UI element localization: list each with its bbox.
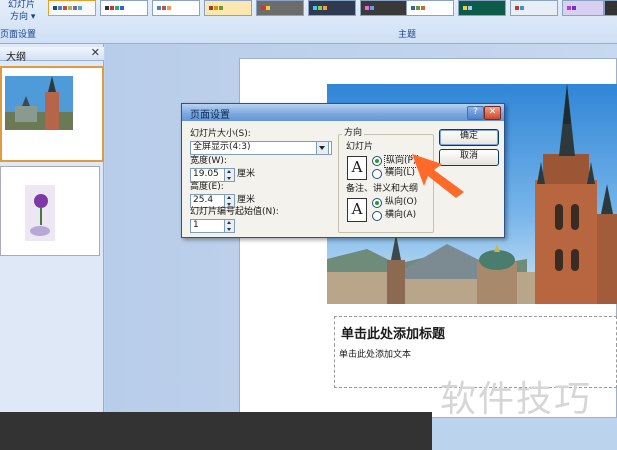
theme-thumbnail[interactable] — [458, 0, 506, 16]
height-stepper[interactable] — [224, 194, 235, 208]
theme-thumbnail[interactable] — [604, 0, 617, 16]
outline-tab[interactable]: 大纲 ✕ — [0, 46, 104, 63]
slide-orientation-button[interactable]: 方向 ▾ — [10, 12, 35, 23]
close-button[interactable]: ✕ — [484, 106, 501, 120]
theme-thumbnail[interactable] — [510, 0, 558, 16]
width-unit: 厘米 — [237, 169, 256, 179]
help-button[interactable]: ? — [467, 106, 484, 120]
slide-size-button[interactable]: 幻灯片 — [2, 0, 35, 11]
theme-thumbnail[interactable] — [406, 0, 454, 16]
text-placeholder-text: 单击此处添加文本 — [339, 350, 412, 360]
theme-thumbnail[interactable] — [562, 0, 604, 16]
theme-thumbnail[interactable] — [204, 0, 252, 16]
portrait-notes-radio[interactable] — [372, 198, 382, 208]
church-photo-thumbnail — [5, 76, 73, 130]
landscape-notes-label[interactable]: 横向(A) — [385, 210, 416, 221]
flower-photo-thumbnail — [25, 185, 55, 241]
orientation-group-label: 方向 — [342, 128, 365, 139]
chevron-down-icon[interactable] — [316, 141, 329, 155]
dialog-title-bar[interactable]: 页面设置 ? ✕ — [182, 104, 504, 121]
dialog-title: 页面设置 — [190, 110, 230, 121]
slide-size-label: 幻灯片大小(S): — [190, 129, 251, 139]
width-stepper[interactable] — [224, 168, 235, 182]
theme-thumbnail[interactable] — [308, 0, 356, 16]
notes-page-icon: A — [347, 198, 367, 222]
theme-thumbnail[interactable] — [48, 0, 96, 16]
pointer-arrow-icon — [412, 154, 464, 198]
chevron-down-icon: ▾ — [30, 12, 36, 22]
landscape-slides-radio[interactable] — [372, 169, 382, 179]
close-icon[interactable]: ✕ — [91, 46, 100, 59]
orientation-label: 方向 — [10, 12, 29, 22]
start-number-stepper[interactable] — [224, 219, 235, 233]
height-label: 高度(E): — [190, 182, 224, 192]
ok-button[interactable]: 确定 — [439, 129, 499, 146]
ribbon: 幻灯片 方向 ▾ 页面设置 主题 — [0, 0, 617, 44]
theme-thumbnail[interactable] — [360, 0, 408, 16]
slide-thumbnail-2[interactable] — [0, 166, 100, 256]
start-number-label: 幻灯片编号起始值(N): — [190, 207, 279, 217]
height-unit: 厘米 — [237, 195, 256, 205]
slide-page-icon: A — [347, 156, 367, 180]
portrait-slides-radio[interactable] — [372, 156, 382, 166]
theme-thumbnail[interactable] — [256, 0, 304, 16]
theme-thumbnail[interactable] — [100, 0, 148, 16]
page-setup-group-label: 页面设置 — [0, 30, 37, 40]
outline-tab-label: 大纲 — [6, 52, 26, 63]
slides-label: 幻灯片 — [346, 142, 374, 152]
slide-thumbnail-1[interactable] — [0, 66, 104, 162]
theme-thumbnail[interactable] — [152, 0, 200, 16]
width-label: 宽度(W): — [190, 156, 227, 166]
slide-size-label: 幻灯片 — [8, 0, 36, 10]
watermark: 软件技巧 — [440, 379, 593, 420]
slide-size-select[interactable]: 全屏显示(4:3) — [190, 141, 332, 155]
themes-group-label: 主题 — [398, 30, 417, 40]
landscape-notes-radio[interactable] — [372, 211, 382, 221]
title-placeholder[interactable]: 单击此处添加标题 — [334, 316, 617, 346]
dark-overlay-bar — [0, 412, 432, 450]
title-placeholder-text: 单击此处添加标题 — [341, 327, 446, 342]
